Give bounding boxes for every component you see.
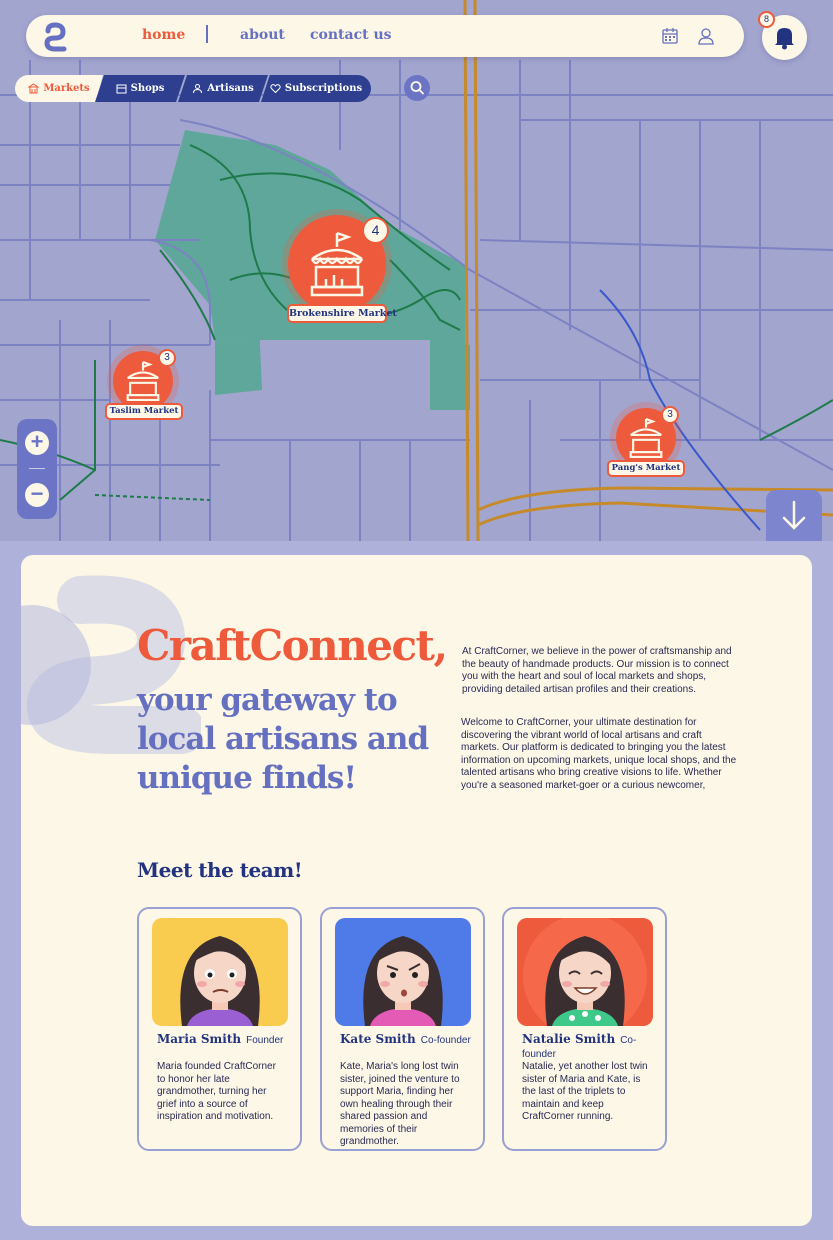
- zoom-control: + −: [17, 419, 57, 519]
- hero-title: CraftConnect,: [137, 621, 448, 670]
- team-card-maria[interactable]: Maria Smith Founder Maria founded CraftCo…: [137, 907, 302, 1151]
- market-icon: [28, 83, 40, 94]
- scroll-down-button[interactable]: [766, 490, 822, 541]
- avatar: [335, 918, 471, 1026]
- arrow-down-icon: [782, 500, 806, 530]
- marker-count-badge: 4: [362, 217, 389, 244]
- intro-paragraph: At CraftCorner, we believe in the power …: [462, 646, 732, 695]
- member-name-text: Kate Smith: [340, 1032, 416, 1046]
- tab-label: Artisans: [207, 83, 254, 94]
- marker-count-badge: 3: [661, 406, 679, 424]
- zoom-out-button[interactable]: −: [25, 483, 49, 507]
- tab-markets[interactable]: Markets: [15, 75, 103, 102]
- member-role: Founder: [246, 1035, 284, 1046]
- avatar: [152, 918, 288, 1026]
- marker-count-badge: 3: [158, 349, 176, 367]
- search-button[interactable]: [404, 75, 430, 101]
- heart-icon: [270, 84, 281, 94]
- woman-avatar-illustration: [523, 918, 647, 1026]
- notifications-button[interactable]: 8: [758, 11, 807, 60]
- page: 4 Brokenshire Market 3 Taslim Market 3 P…: [0, 0, 833, 1240]
- calendar-icon[interactable]: [660, 26, 680, 46]
- woman-avatar-illustration: [363, 936, 443, 1026]
- member-name: Kate Smith Co-founder: [340, 1032, 471, 1046]
- zoom-in-button[interactable]: +: [25, 431, 49, 455]
- team-heading: Meet the team!: [137, 858, 303, 882]
- marker-label: Brokenshire Market: [287, 304, 397, 323]
- member-name: Natalie Smith Co-founder: [522, 1032, 665, 1060]
- top-navbar: home about contact us: [26, 15, 744, 57]
- hero-subtitle: your gateway to local artisans and uniqu…: [137, 682, 429, 796]
- tab-artisans[interactable]: Artisans: [178, 75, 268, 102]
- member-name: Maria Smith Founder: [157, 1032, 283, 1046]
- nav-home-link[interactable]: home: [142, 27, 185, 43]
- member-name-text: Maria Smith: [157, 1032, 242, 1046]
- member-name-text: Natalie Smith: [522, 1032, 616, 1046]
- nav-contact-link[interactable]: contact us: [310, 27, 392, 43]
- search-icon: [410, 81, 424, 95]
- team-card-natalie[interactable]: Natalie Smith Co-founder Natalie, yet ano…: [502, 907, 667, 1151]
- logo-icon[interactable]: [40, 22, 70, 52]
- tab-label: Markets: [43, 83, 90, 94]
- welcome-paragraph: Welcome to CraftCorner, your ultimate de…: [461, 717, 737, 791]
- person-icon: [193, 84, 203, 94]
- nav-divider: [206, 25, 208, 43]
- tab-label: Shops: [130, 83, 165, 94]
- tab-subscriptions[interactable]: Subscriptions: [261, 75, 371, 102]
- shop-icon: [116, 84, 127, 94]
- tab-label: Subscriptions: [284, 83, 363, 94]
- user-icon[interactable]: [696, 26, 716, 46]
- member-bio: Natalie, yet another lost twin sister of…: [522, 1061, 648, 1122]
- member-role: Co-founder: [420, 1035, 471, 1046]
- marker-label: Pang's Market: [607, 460, 685, 477]
- woman-avatar-illustration: [180, 936, 260, 1026]
- about-section: CraftConnect, your gateway to local arti…: [21, 555, 812, 1226]
- member-bio: Kate, Maria's long lost twin sister, joi…: [340, 1061, 460, 1147]
- member-bio: Maria founded CraftCorner to honor her l…: [157, 1061, 276, 1122]
- notification-count-badge: 8: [758, 11, 775, 28]
- zoom-divider: [29, 468, 45, 469]
- avatar: [517, 918, 653, 1026]
- nav-about-link[interactable]: about: [240, 27, 285, 43]
- team-card-kate[interactable]: Kate Smith Co-founder Kate, Maria's long …: [320, 907, 485, 1151]
- tab-shops[interactable]: Shops: [95, 75, 185, 102]
- marker-label: Taslim Market: [105, 403, 183, 420]
